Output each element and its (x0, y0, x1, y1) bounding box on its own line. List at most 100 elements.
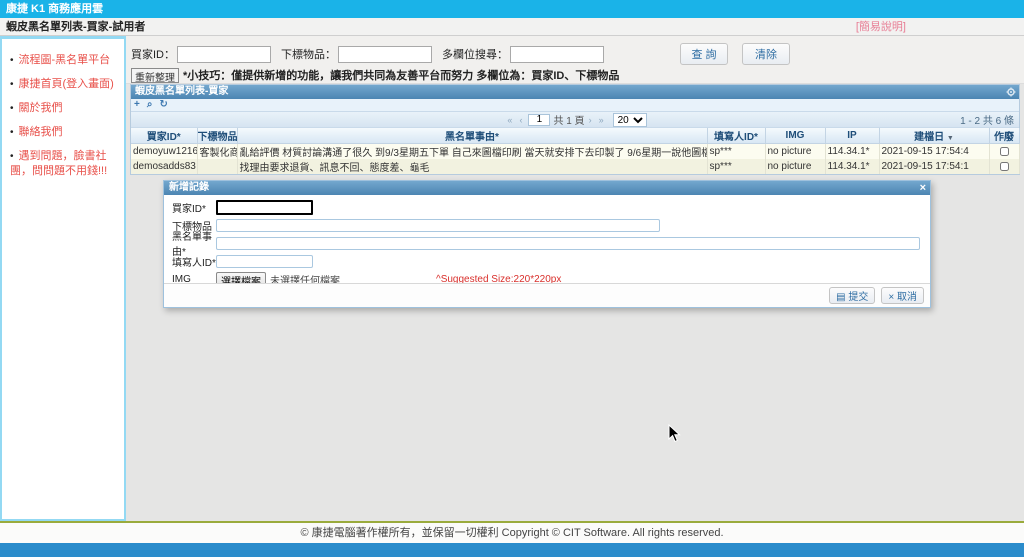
copyright-text: © 康捷電腦著作權所有，並保留一切權利 Copyright © CIT Soft… (300, 527, 723, 539)
first-page-icon[interactable]: « (507, 115, 511, 125)
help-link[interactable]: [簡易說明] (856, 18, 906, 36)
multi-search-input[interactable] (510, 46, 604, 63)
sidebar-item-label: 聯絡我們 (19, 126, 63, 138)
app-title: 康捷 K1 商務應用雲 (6, 3, 103, 15)
bullet-icon: • (10, 79, 14, 90)
buyer-id-field[interactable] (216, 200, 313, 215)
blacklist-table: 買家ID* 下標物品 黑名單事由* 填寫人ID* IMG IP 建檔日 ▼ 作廢… (131, 128, 1020, 174)
cell-ip: 114.34.1* (825, 144, 879, 160)
field-row-writer: 填寫人ID* (172, 254, 922, 268)
add-record-modal: 新增記錄 × 買家ID* 下標物品 黑名單事由* 填寫人ID* IMG 選 (163, 180, 931, 308)
bullet-icon: • (10, 151, 14, 162)
clear-button[interactable]: 清除 (742, 43, 790, 65)
sidebar-item-label: 康捷首頁(登入畫面) (19, 78, 114, 90)
bullet-icon: • (10, 55, 14, 66)
sidebar-item-flowchart[interactable]: • 流程圖-黑名單平台 (10, 53, 120, 68)
subheader-bar: 蝦皮黑名單列表-買家-試用者 [簡易說明] (0, 18, 1024, 36)
bullet-icon: • (10, 127, 14, 138)
page-number-input[interactable] (528, 114, 550, 126)
sidebar-item-about[interactable]: • 關於我們 (10, 101, 120, 116)
modal-title: 新增記錄 (169, 182, 209, 193)
cell-writer: sp*** (707, 159, 765, 174)
page-size-select[interactable]: 20 (613, 113, 647, 127)
table-header-row: 買家ID* 下標物品 黑名單事由* 填寫人ID* IMG IP 建檔日 ▼ 作廢 (131, 128, 1019, 144)
col-buyer-id[interactable]: 買家ID* (131, 128, 197, 144)
void-checkbox[interactable] (1000, 147, 1009, 156)
page-total-label: 共 1 頁 (553, 112, 584, 127)
close-icon[interactable]: × (920, 181, 926, 195)
cell-date: 2021-09-15 17:54:1 (879, 159, 989, 174)
tip-text: *小技巧：僅提供新增的功能，讓我們共同為友善平台而努力 多欄位為：買家ID、下標… (183, 67, 619, 83)
cell-reason: 亂給評價 材質討論溝通了很久 到9/3星期五下單 自己來圖檔印刷 當天就安排下去… (237, 144, 707, 160)
bullet-icon: • (10, 103, 14, 114)
cell-item (197, 159, 237, 174)
modal-footer: ▤ 提交 × 取消 (164, 283, 930, 307)
tip-row: 重新整理 *小技巧：僅提供新增的功能，讓我們共同為友善平台而努力 多欄位為：買家… (131, 67, 619, 83)
sidebar-item-contact[interactable]: • 聯絡我們 (10, 125, 120, 140)
buyer-id-search-input[interactable] (177, 46, 271, 63)
reload-icon[interactable]: ↻ (159, 100, 167, 110)
buyer-id-label: 買家ID： (131, 46, 175, 62)
bottom-strip (0, 543, 1024, 557)
cell-reason: 找理由要求退貨、訊息不回、態度差、龜毛 (237, 159, 707, 174)
grid-title-bar: 蝦皮黑名單列表-買家 (131, 85, 1019, 99)
records-info: 1 - 2 共 6 條 (960, 112, 1014, 127)
sidebar-item-facebook-help[interactable]: •遇到問題，臉書社團，問問題不用錢!!! (10, 149, 120, 178)
reason-field[interactable] (216, 237, 920, 250)
field-row-reason: 黑名單事由* (172, 236, 922, 250)
col-reason[interactable]: 黑名單事由* (237, 128, 707, 144)
cell-img: no picture (765, 159, 825, 174)
modal-body: 買家ID* 下標物品 黑名單事由* 填寫人ID* IMG 選擇檔案 未選擇任何檔… (164, 195, 930, 286)
col-writer[interactable]: 填寫人ID* (707, 128, 765, 144)
sidebar-item-label: 遇到問題，臉書社團，問問題不用錢!!! (10, 150, 107, 177)
col-void[interactable]: 作廢 (989, 128, 1019, 144)
blacklist-grid: 蝦皮黑名單列表-買家 + ⌕ ↻ « ‹ 共 1 頁 › » 20 1 - 2 … (130, 84, 1020, 175)
buyer-id-field-label: 買家ID* (172, 200, 216, 215)
main-content: 買家ID： 下標物品： 多欄位搜尋： 查 詢 清除 重新整理 *小技巧：僅提供新… (126, 36, 1024, 521)
item-search-input[interactable] (338, 46, 432, 63)
table-row[interactable]: demoyuw1216 客製化商品 亂給評價 材質討論溝通了很久 到9/3星期五… (131, 144, 1019, 160)
footer: © 康捷電腦著作權所有，並保留一切權利 Copyright © CIT Soft… (0, 521, 1024, 543)
cell-ip: 114.34.1* (825, 159, 879, 174)
refresh-button[interactable]: 重新整理 (131, 68, 179, 83)
query-button[interactable]: 查 詢 (680, 43, 728, 65)
table-row[interactable]: demosadds83 找理由要求退貨、訊息不回、態度差、龜毛 sp*** no… (131, 159, 1019, 174)
cancel-button[interactable]: × 取消 (881, 287, 924, 304)
search-panel: 買家ID： 下標物品： 多欄位搜尋： 查 詢 清除 重新整理 *小技巧：僅提供新… (126, 36, 1024, 84)
field-row-buyer: 買家ID* (172, 200, 922, 214)
last-page-icon[interactable]: » (599, 115, 603, 125)
modal-title-bar: 新增記錄 × (164, 181, 930, 195)
x-icon: × (888, 292, 894, 303)
cell-item: 客製化商品 (197, 144, 237, 160)
add-record-icon[interactable]: + (134, 100, 140, 110)
prev-page-icon[interactable]: ‹ (519, 115, 521, 125)
sidebar-item-label: 流程圖-黑名單平台 (19, 54, 111, 66)
next-page-icon[interactable]: › (589, 115, 591, 125)
item-field[interactable] (216, 219, 660, 232)
col-date[interactable]: 建檔日 ▼ (879, 128, 989, 144)
app-title-bar: 康捷 K1 商務應用雲 (0, 0, 1024, 18)
void-checkbox[interactable] (1000, 162, 1009, 171)
col-ip[interactable]: IP (825, 128, 879, 144)
save-icon: ▤ (836, 292, 845, 303)
search-icon[interactable]: ⌕ (147, 100, 153, 110)
writer-field-label: 填寫人ID* (172, 254, 216, 269)
cell-img: no picture (765, 144, 825, 160)
search-form-row: 買家ID： 下標物品： 多欄位搜尋： 查 詢 清除 (131, 43, 790, 65)
gear-icon[interactable] (1006, 87, 1016, 97)
sidebar: •流程圖-黑名單平台 •康捷首頁(登入畫面) •關於我們 •聯絡我們 •遇到問題… (0, 36, 126, 521)
sidebar-item-label: 關於我們 (19, 102, 63, 114)
submit-button[interactable]: ▤ 提交 (829, 287, 875, 304)
col-img[interactable]: IMG (765, 128, 825, 144)
field-row-item: 下標物品 (172, 218, 922, 232)
grid-title: 蝦皮黑名單列表-買家 (135, 86, 228, 97)
sort-desc-icon: ▼ (947, 135, 954, 142)
col-item[interactable]: 下標物品 (197, 128, 237, 144)
cell-writer: sp*** (707, 144, 765, 160)
sidebar-item-home[interactable]: • 康捷首頁(登入畫面) (10, 77, 120, 92)
cell-buyer-id: demoyuw1216 (131, 144, 197, 160)
grid-toolbar: + ⌕ ↻ (131, 99, 1019, 112)
multi-search-label: 多欄位搜尋： (442, 46, 508, 62)
writer-field[interactable] (216, 255, 313, 268)
cell-buyer-id: demosadds83 (131, 159, 197, 174)
